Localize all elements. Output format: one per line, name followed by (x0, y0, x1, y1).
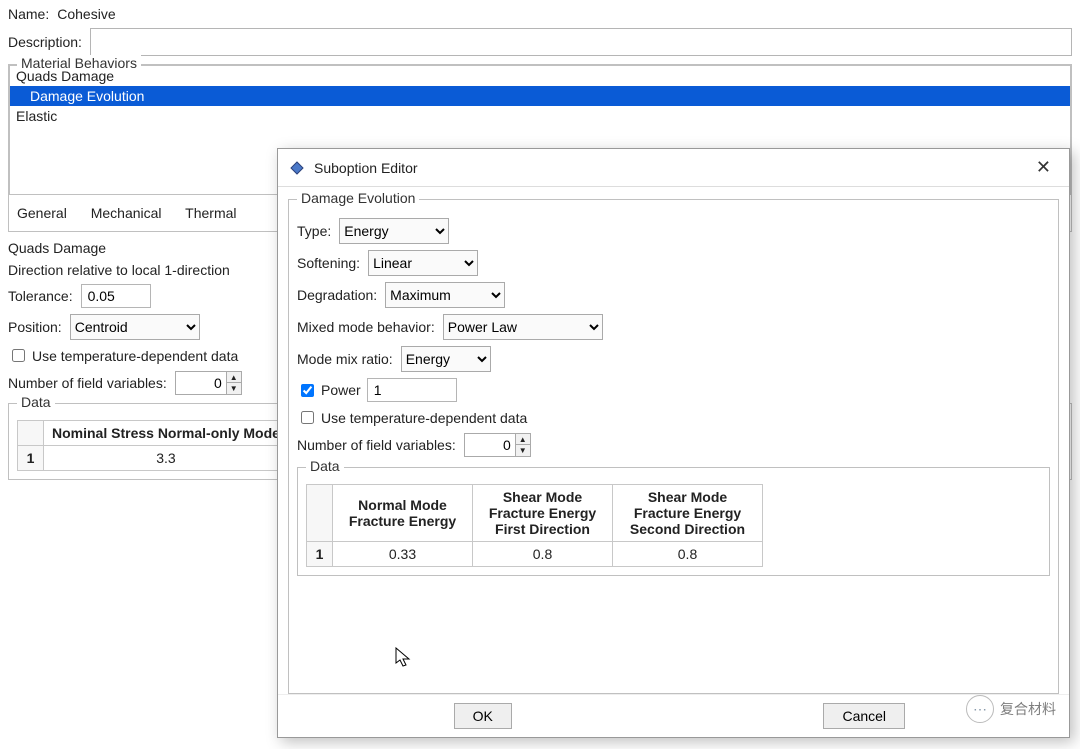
nfv-spinner[interactable]: ▲▼ (175, 371, 242, 395)
power-label: Power (321, 382, 361, 398)
tab-thermal[interactable]: Thermal (185, 205, 236, 221)
row-number: 1 (307, 542, 333, 567)
softening-label: Softening: (297, 255, 360, 271)
power-checkbox[interactable] (301, 384, 314, 397)
position-label: Position: (8, 319, 62, 335)
tolerance-label: Tolerance: (8, 288, 73, 304)
name-label: Name: (8, 6, 49, 22)
behavior-item-damage-evolution[interactable]: Damage Evolution (10, 86, 1070, 106)
spinner-down-icon[interactable]: ▼ (227, 383, 241, 394)
name-value: Cohesive (57, 6, 115, 22)
power-input[interactable] (367, 378, 457, 402)
behavior-item-quads-damage[interactable]: Quads Damage (10, 66, 1070, 86)
col-header-normal-mode: Normal Mode Fracture Energy (333, 485, 473, 542)
mmbehavior-select[interactable]: Power Law (443, 314, 603, 340)
dlg-nfv-input[interactable] (465, 434, 515, 456)
material-behaviors-legend: Material Behaviors (17, 55, 141, 71)
spinner-down-icon[interactable]: ▼ (516, 445, 530, 456)
table-corner (18, 421, 44, 446)
description-label: Description: (8, 34, 82, 50)
type-select[interactable]: Energy (339, 218, 449, 244)
data-legend: Data (17, 394, 55, 410)
behavior-item-elastic[interactable]: Elastic (10, 106, 1070, 126)
dlg-data-legend: Data (306, 458, 344, 474)
app-icon (288, 159, 306, 177)
tolerance-input[interactable] (81, 284, 151, 308)
close-icon[interactable]: ✕ (1028, 155, 1059, 180)
type-label: Type: (297, 223, 331, 239)
dialog-title: Suboption Editor (314, 160, 418, 176)
watermark: ⋯ 复合材料 (966, 695, 1056, 723)
ok-button[interactable]: OK (454, 703, 512, 729)
tab-general[interactable]: General (17, 205, 67, 221)
cancel-button[interactable]: Cancel (823, 703, 905, 729)
mmratio-label: Mode mix ratio: (297, 351, 393, 367)
table-corner (307, 485, 333, 542)
col-header-shear-first: Shear Mode Fracture Energy First Directi… (473, 485, 613, 542)
suboption-editor-dialog: Suboption Editor ✕ Damage Evolution Type… (277, 148, 1070, 738)
direction-label: Direction relative to local 1-direction (8, 262, 230, 278)
description-input[interactable] (90, 28, 1072, 56)
col-header-nominal-normal: Nominal Stress Normal-only Mode (44, 421, 289, 446)
softening-select[interactable]: Linear (368, 250, 478, 276)
degradation-label: Degradation: (297, 287, 377, 303)
mmratio-select[interactable]: Energy (401, 346, 491, 372)
cell-shear-first[interactable]: 0.8 (473, 542, 613, 567)
damage-evolution-table: Normal Mode Fracture Energy Shear Mode F… (306, 484, 763, 567)
dlg-temp-dependent-checkbox[interactable] (301, 411, 314, 424)
row-number: 1 (18, 446, 44, 471)
table-row[interactable]: 1 0.33 0.8 0.8 (307, 542, 763, 567)
dlg-temp-dependent-label: Use temperature-dependent data (321, 410, 527, 426)
degradation-select[interactable]: Maximum (385, 282, 505, 308)
mmbehavior-label: Mixed mode behavior: (297, 319, 435, 335)
wechat-icon: ⋯ (966, 695, 994, 723)
nfv-input[interactable] (176, 372, 226, 394)
position-select[interactable]: Centroid (70, 314, 200, 340)
watermark-text: 复合材料 (1000, 699, 1056, 719)
tab-mechanical[interactable]: Mechanical (91, 205, 162, 221)
dialog-titlebar[interactable]: Suboption Editor ✕ (278, 149, 1069, 187)
dlg-nfv-label: Number of field variables: (297, 437, 456, 453)
nfv-label: Number of field variables: (8, 375, 167, 391)
cell-normal-mode[interactable]: 0.33 (333, 542, 473, 567)
dlg-nfv-spinner[interactable]: ▲▼ (464, 433, 531, 457)
temp-dependent-checkbox[interactable] (12, 349, 25, 362)
cell-nominal-normal[interactable]: 3.3 (44, 446, 289, 471)
temp-dependent-label: Use temperature-dependent data (32, 348, 238, 364)
spinner-up-icon[interactable]: ▲ (516, 434, 530, 445)
damage-evolution-legend: Damage Evolution (297, 190, 419, 206)
spinner-up-icon[interactable]: ▲ (227, 372, 241, 383)
cell-shear-second[interactable]: 0.8 (613, 542, 763, 567)
col-header-shear-second: Shear Mode Fracture Energy Second Direct… (613, 485, 763, 542)
